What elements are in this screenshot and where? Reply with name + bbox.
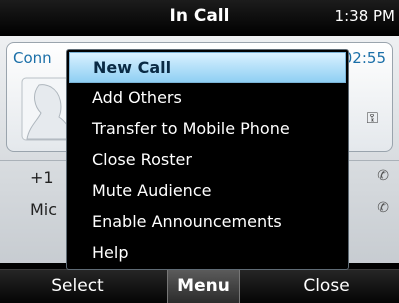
roster-number: +1 (30, 168, 54, 187)
menu-item-transfer-to-mobile[interactable]: Transfer to Mobile Phone (69, 114, 346, 145)
menu-item-enable-announcements[interactable]: Enable Announcements (69, 207, 346, 238)
contact-card-icon: ⚿ (366, 109, 378, 127)
menu-item-help[interactable]: Help (69, 238, 346, 269)
roster-number: Mic (30, 200, 58, 219)
menu-item-new-call[interactable]: New Call (69, 52, 346, 83)
menu-softkey[interactable]: Menu (167, 270, 240, 303)
options-menu: New Call Add Others Transfer to Mobile P… (66, 49, 349, 270)
close-softkey[interactable]: Close (254, 270, 399, 303)
menu-item-close-roster[interactable]: Close Roster (69, 145, 346, 176)
softkey-bar: Select Menu Close (0, 269, 399, 303)
status-bar: In Call 1:38 PM (0, 0, 399, 36)
call-timer: 02:55 (342, 49, 386, 67)
connection-label: Conn (13, 49, 52, 67)
phone-icon: ✆ (377, 168, 389, 184)
menu-item-add-others[interactable]: Add Others (69, 83, 346, 114)
clock: 1:38 PM (334, 7, 395, 25)
select-softkey[interactable]: Select (0, 270, 155, 303)
phone-icon: ✆ (377, 200, 389, 216)
menu-item-mute-audience[interactable]: Mute Audience (69, 176, 346, 207)
